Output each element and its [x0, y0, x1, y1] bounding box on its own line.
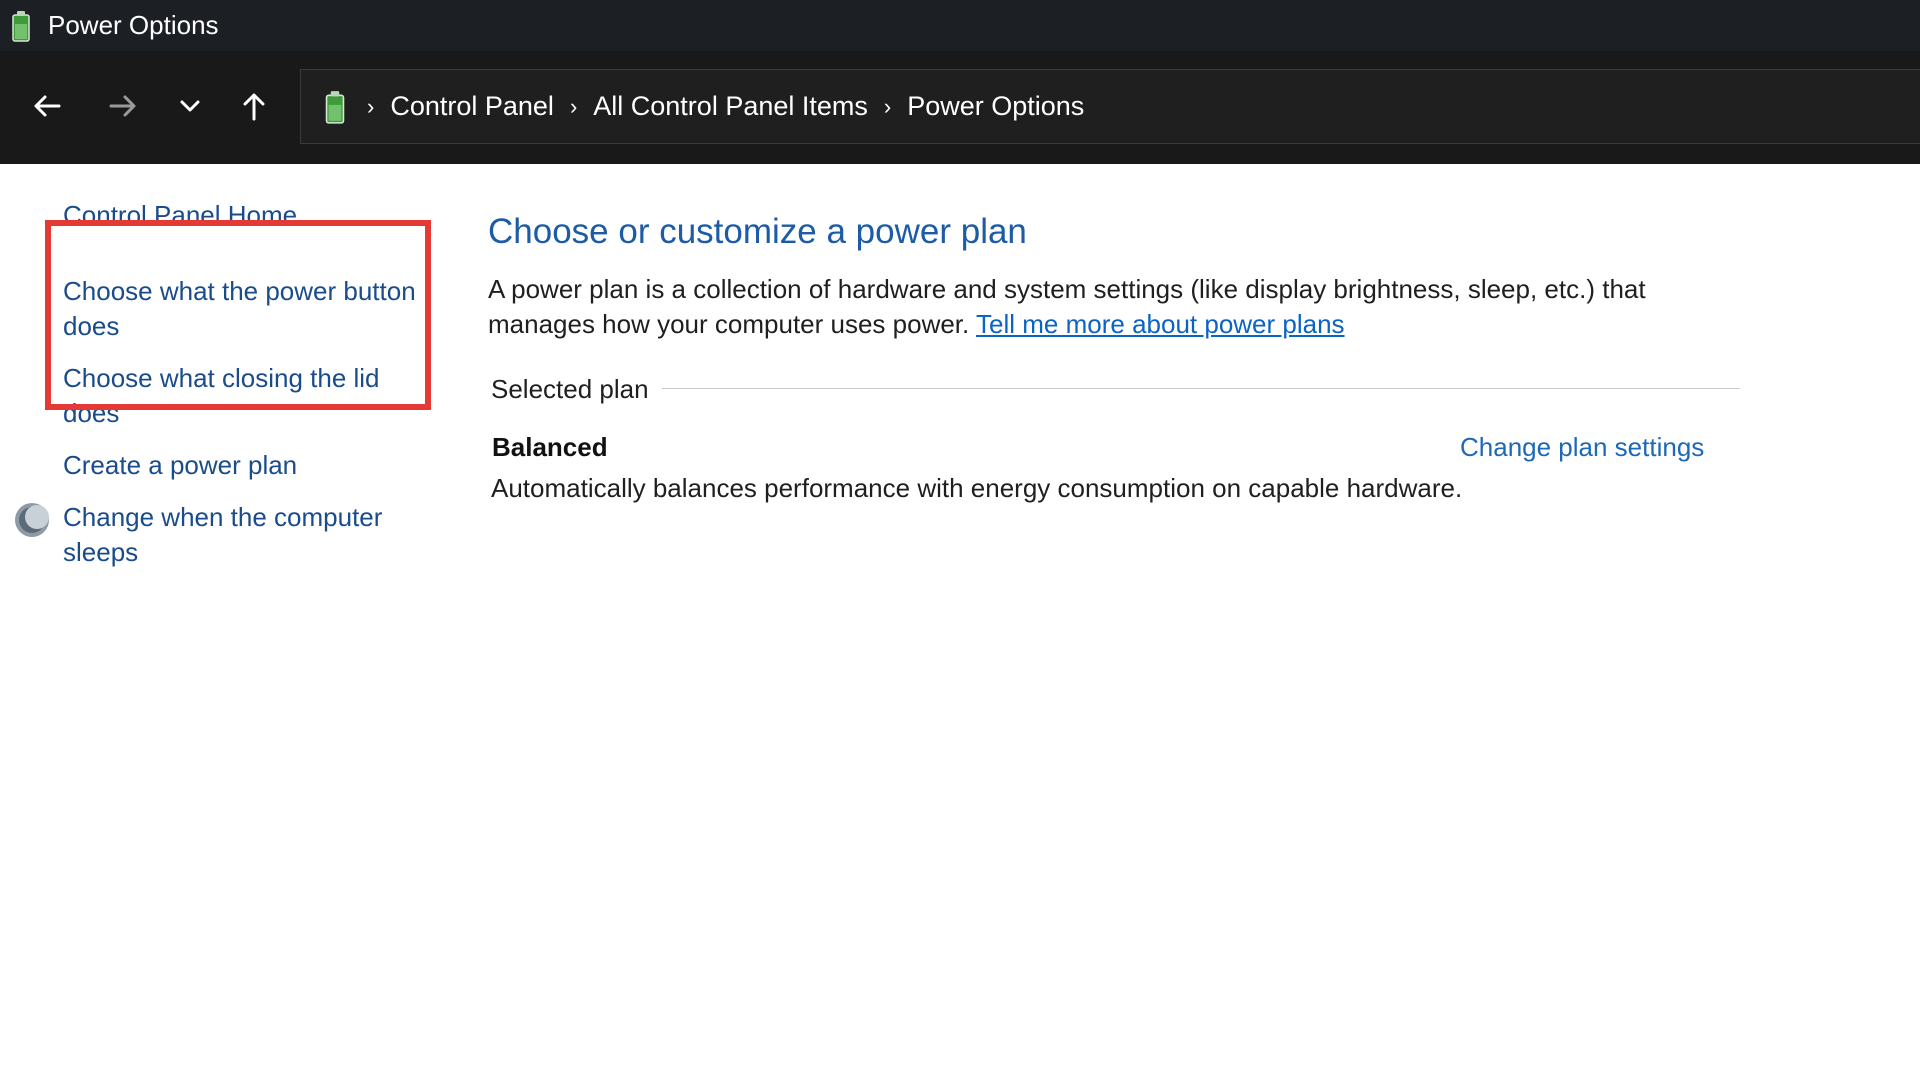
recent-locations-button[interactable]: [160, 76, 220, 136]
breadcrumb-separator[interactable]: ›: [570, 94, 577, 120]
main-content: Choose or customize a power plan A power…: [488, 164, 1788, 1080]
page-description: A power plan is a collection of hardware…: [488, 272, 1708, 342]
power-options-battery-icon: [12, 10, 30, 42]
address-bar[interactable]: › Control Panel › All Control Panel Item…: [300, 69, 1920, 144]
sidebar-item-control-panel-home[interactable]: Control Panel Home: [63, 198, 433, 228]
window-title: Power Options: [48, 10, 219, 40]
breadcrumb-control-panel[interactable]: Control Panel: [390, 91, 554, 122]
learn-more-link[interactable]: Tell me more about power plans: [976, 309, 1345, 339]
change-plan-settings-link[interactable]: Change plan settings: [1460, 432, 1704, 463]
sidebar-item-computer-sleeps[interactable]: Change when the computer sleeps: [63, 500, 433, 570]
plan-description: Automatically balances performance with …: [491, 473, 1463, 503]
up-button[interactable]: [224, 76, 284, 136]
breadcrumb-all-control-panel-items[interactable]: All Control Panel Items: [593, 91, 868, 122]
sidebar-item-power-button[interactable]: Choose what the power button does: [63, 274, 433, 344]
navigation-bar: › Control Panel › All Control Panel Item…: [0, 51, 1920, 164]
sidebar-item-create-power-plan[interactable]: Create a power plan: [63, 448, 433, 483]
page-title: Choose or customize a power plan: [488, 212, 1027, 251]
breadcrumb-separator[interactable]: ›: [884, 94, 891, 120]
back-button[interactable]: [17, 76, 77, 136]
back-arrow-icon: [34, 95, 61, 117]
forward-arrow-icon: [109, 95, 136, 117]
power-options-battery-icon: [325, 90, 345, 124]
forward-button[interactable]: [93, 76, 153, 136]
chevron-down-icon: [180, 100, 200, 112]
up-arrow-icon: [243, 93, 265, 121]
breadcrumb-power-options[interactable]: Power Options: [907, 91, 1084, 122]
title-bar: Power Options: [0, 0, 1920, 51]
breadcrumb-separator: ›: [367, 93, 375, 119]
sidebar: Control Panel Home Choose what the power…: [0, 164, 440, 1080]
sleep-moon-icon: [15, 503, 49, 537]
plan-name: Balanced: [492, 432, 608, 462]
section-divider: [662, 388, 1740, 389]
selected-plan-label: Selected plan: [491, 374, 649, 404]
sidebar-item-closing-lid[interactable]: Choose what closing the lid does: [63, 361, 433, 431]
